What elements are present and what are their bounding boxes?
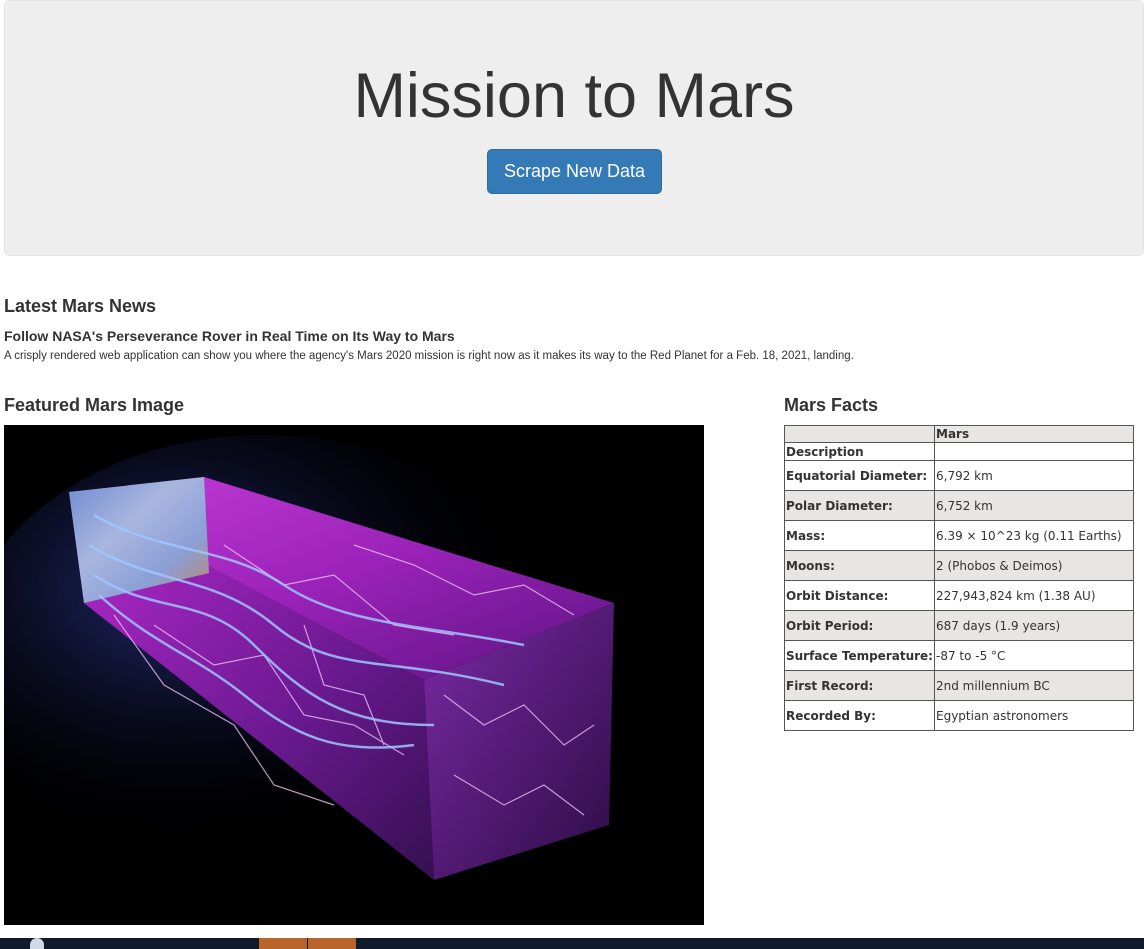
table-row: Orbit Distance: 227,943,824 km (1.38 AU) bbox=[784, 580, 1134, 611]
mars-facts-heading: Mars Facts bbox=[784, 395, 879, 415]
start-icon[interactable] bbox=[30, 938, 44, 949]
fact-label: Moons: bbox=[784, 550, 935, 581]
taskbar-app-icon[interactable] bbox=[259, 938, 307, 949]
table-row: Polar Diameter: 6,752 km bbox=[784, 490, 1134, 521]
fact-label: Orbit Period: bbox=[784, 610, 935, 641]
fact-label: Polar Diameter: bbox=[784, 490, 935, 521]
fact-label: Equatorial Diameter: bbox=[784, 460, 935, 491]
fact-value: 6,792 km bbox=[934, 460, 1134, 491]
taskbar-app-icon[interactable] bbox=[308, 938, 356, 949]
page-title: Mission to Mars bbox=[353, 61, 795, 131]
fact-label: First Record: bbox=[784, 670, 935, 701]
table-row: Moons: 2 (Phobos & Deimos) bbox=[784, 550, 1134, 581]
table-row: Recorded By: Egyptian astronomers bbox=[784, 700, 1134, 731]
description-value bbox=[934, 442, 1134, 461]
fact-value: 6.39 × 10^23 kg (0.11 Earths) bbox=[934, 520, 1134, 551]
fact-value: 2 (Phobos & Deimos) bbox=[934, 550, 1134, 581]
featured-mars-image bbox=[4, 425, 704, 925]
news-teaser: A crisply rendered web application can s… bbox=[4, 350, 854, 362]
scrape-new-data-button[interactable]: Scrape New Data bbox=[487, 149, 662, 194]
featured-image-heading: Featured Mars Image bbox=[4, 395, 185, 415]
fact-value: Egyptian astronomers bbox=[934, 700, 1134, 731]
table-row: Equatorial Diameter: 6,792 km bbox=[784, 460, 1134, 491]
table-row: First Record: 2nd millennium BC bbox=[784, 670, 1134, 701]
fact-value: 687 days (1.9 years) bbox=[934, 610, 1134, 641]
table-corner-header bbox=[784, 425, 935, 443]
fact-label: Recorded By: bbox=[784, 700, 935, 731]
fact-value: 2nd millennium BC bbox=[934, 670, 1134, 701]
table-row: Surface Temperature: -87 to -5 °C bbox=[784, 640, 1134, 671]
cosmic-web-illustration bbox=[4, 425, 704, 925]
fact-value: -87 to -5 °C bbox=[934, 640, 1134, 671]
fact-value: 227,943,824 km (1.38 AU) bbox=[934, 580, 1134, 611]
fact-label: Surface Temperature: bbox=[784, 640, 935, 671]
fact-value: 6,752 km bbox=[934, 490, 1134, 521]
os-taskbar bbox=[0, 938, 1144, 949]
mars-facts-table: Mars Description Equatorial Diameter: 6,… bbox=[784, 425, 1134, 731]
jumbotron-header: Mission to Mars Scrape New Data bbox=[4, 0, 1144, 256]
news-title: Follow NASA's Perseverance Rover in Real… bbox=[4, 328, 455, 344]
fact-label: Mass: bbox=[784, 520, 935, 551]
table-row: Mass: 6.39 × 10^23 kg (0.11 Earths) bbox=[784, 520, 1134, 551]
latest-news-heading: Latest Mars News bbox=[4, 296, 157, 316]
description-label: Description bbox=[784, 442, 935, 461]
table-row: Orbit Period: 687 days (1.9 years) bbox=[784, 610, 1134, 641]
column-header-mars: Mars bbox=[934, 425, 1134, 443]
fact-label: Orbit Distance: bbox=[784, 580, 935, 611]
